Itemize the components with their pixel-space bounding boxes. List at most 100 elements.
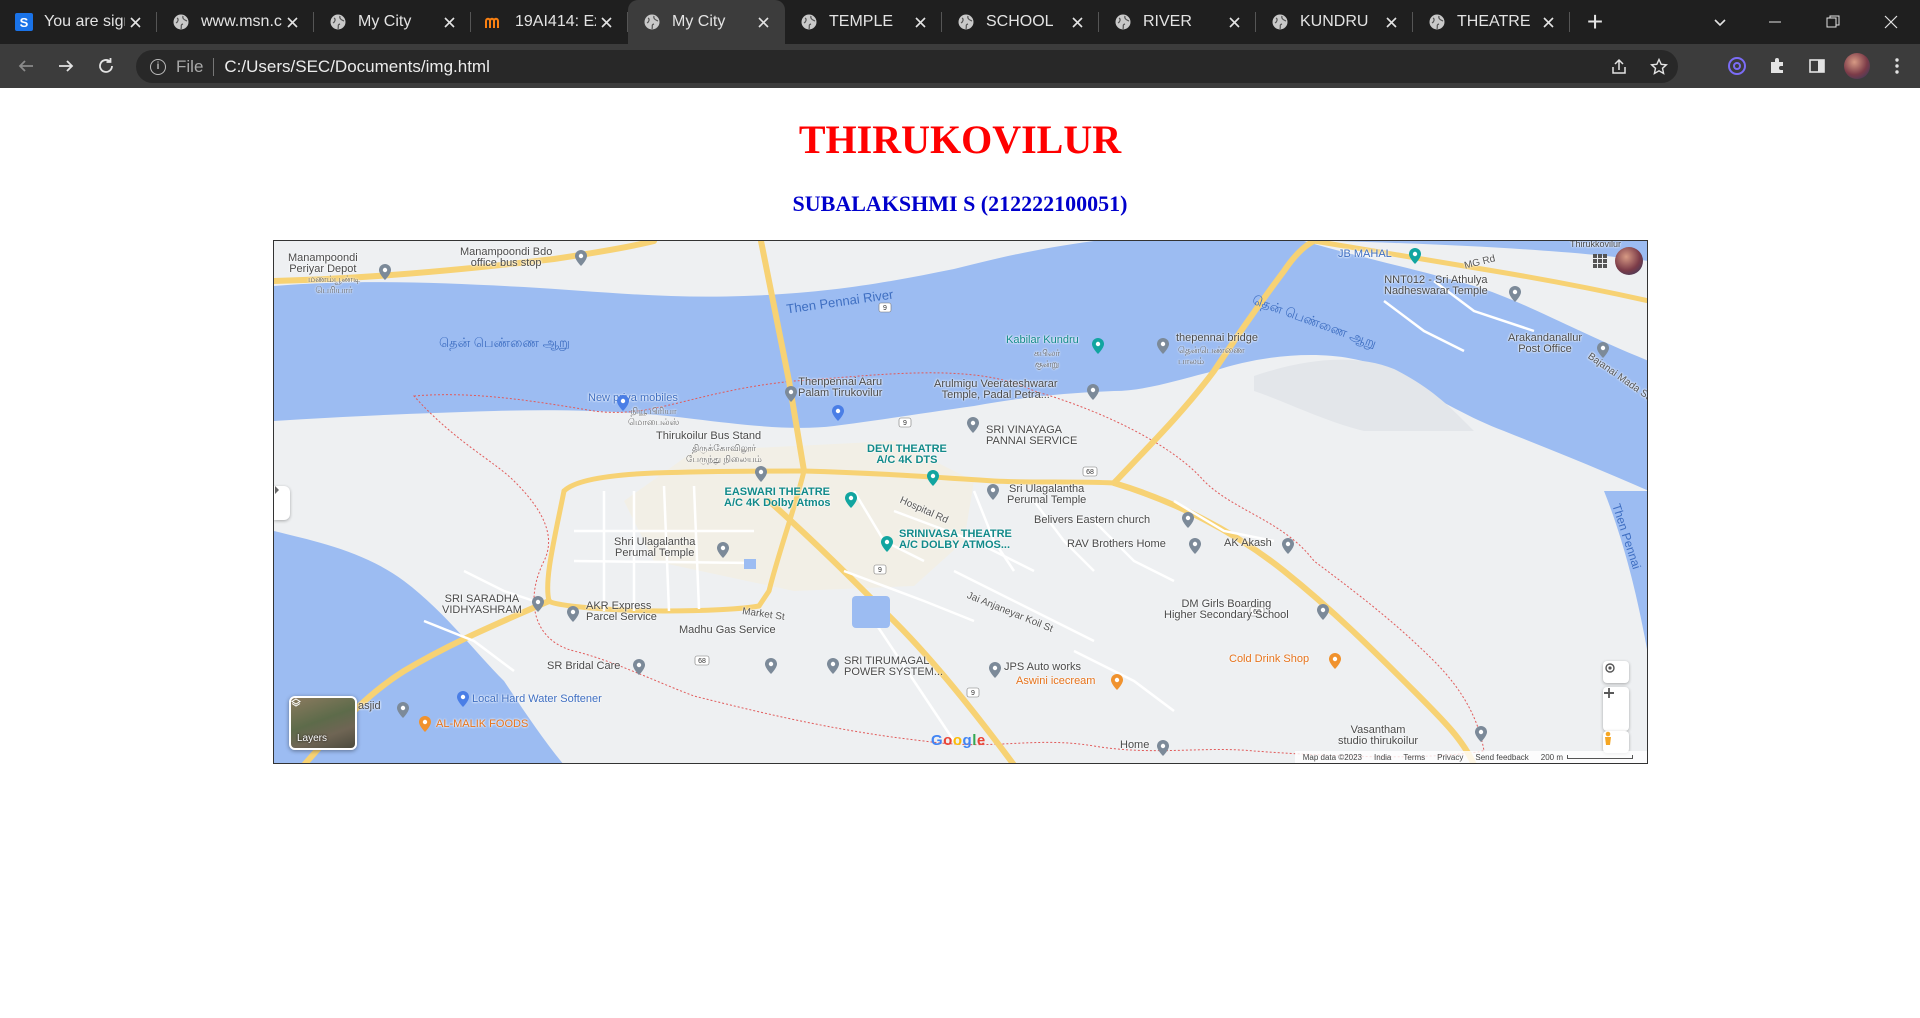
place-home: Home bbox=[1120, 739, 1150, 751]
home-pin-icon[interactable] bbox=[1186, 537, 1204, 555]
profile-button[interactable] bbox=[1840, 49, 1874, 83]
chevron-right-icon bbox=[275, 486, 279, 494]
reload-button[interactable] bbox=[86, 48, 126, 84]
pegman-button[interactable] bbox=[1603, 731, 1629, 753]
embedded-map[interactable]: 9 9 9 68 68 68 9 தென் பெண்ணை ஆறு Then Pe… bbox=[273, 240, 1648, 764]
close-tab-icon[interactable] bbox=[1224, 12, 1244, 32]
bridge-pin-icon[interactable] bbox=[782, 385, 800, 403]
tab-2[interactable]: www.msn.co bbox=[157, 0, 314, 44]
mahal-pin-icon[interactable] bbox=[1406, 247, 1424, 265]
info-icon[interactable]: i bbox=[150, 58, 166, 75]
tab-label: THEATRE bbox=[1457, 13, 1531, 30]
river-label-tamil-left: தென் பெண்ணை ஆறு bbox=[439, 335, 570, 350]
tab-label: You are sign bbox=[44, 13, 125, 30]
restore-button[interactable] bbox=[1804, 0, 1862, 44]
tab-label: 19AI414: Exp bbox=[515, 13, 596, 30]
close-tab-icon[interactable] bbox=[439, 12, 459, 32]
gas-pin-icon[interactable] bbox=[762, 657, 780, 675]
zoom-out-button[interactable] bbox=[1603, 692, 1629, 731]
tab-7[interactable]: SCHOOL bbox=[942, 0, 1099, 44]
auto-works-pin-icon[interactable] bbox=[986, 661, 1004, 679]
tab-6[interactable]: TEMPLE bbox=[785, 0, 942, 44]
address-bar[interactable]: i File C:/Users/SEC/Documents/img.html bbox=[136, 50, 1678, 83]
tab-9[interactable]: KUNDRU bbox=[1256, 0, 1413, 44]
share-icon[interactable] bbox=[1610, 58, 1628, 76]
close-window-button[interactable] bbox=[1862, 0, 1920, 44]
place-arulmigu: Arulmigu Veerateshwarar Temple, Padal Pe… bbox=[934, 378, 1058, 401]
attribution-send-feedback[interactable]: Send feedback bbox=[1475, 753, 1528, 762]
close-tab-icon[interactable] bbox=[910, 12, 930, 32]
tab-3[interactable]: My City bbox=[314, 0, 471, 44]
bookmark-star-icon[interactable] bbox=[1650, 57, 1668, 76]
minimize-button[interactable] bbox=[1746, 0, 1804, 44]
temple-pin-icon[interactable] bbox=[1506, 285, 1524, 303]
kabilar-kundru-pin-icon[interactable] bbox=[1089, 337, 1107, 355]
tab-4[interactable]: 19AI414: Exp bbox=[471, 0, 628, 44]
apps-grid-icon[interactable] bbox=[1593, 254, 1607, 268]
tab-5[interactable]: My City bbox=[628, 0, 785, 44]
side-panel-button[interactable] bbox=[1800, 49, 1834, 83]
close-tab-icon[interactable] bbox=[125, 12, 145, 32]
tab-10[interactable]: THEATRE bbox=[1413, 0, 1570, 44]
arrow-left-icon bbox=[18, 60, 33, 72]
drink-shop-pin-icon[interactable] bbox=[1326, 652, 1344, 670]
mosque-pin-icon[interactable] bbox=[394, 701, 412, 719]
water-softener-pin-icon[interactable] bbox=[454, 690, 472, 708]
bus-stand-pin-icon[interactable] bbox=[829, 404, 847, 422]
service-pin-icon[interactable] bbox=[964, 416, 982, 434]
close-tab-icon[interactable] bbox=[753, 12, 773, 32]
forward-button[interactable] bbox=[46, 48, 86, 84]
theatre-pin-icon[interactable] bbox=[924, 469, 942, 487]
temple-pin-icon[interactable] bbox=[1084, 383, 1102, 401]
school-pin-icon[interactable] bbox=[1314, 603, 1332, 621]
close-tab-icon[interactable] bbox=[596, 12, 616, 32]
place-easwari-theatre: EASWARI THEATRE A/C 4K Dolby Atmos bbox=[724, 486, 831, 509]
restaurant-pin-icon[interactable] bbox=[416, 715, 434, 733]
tab-8[interactable]: RIVER bbox=[1099, 0, 1256, 44]
close-tab-icon[interactable] bbox=[1067, 12, 1087, 32]
back-button[interactable] bbox=[6, 48, 46, 84]
map-canvas[interactable]: 9 9 9 68 68 68 9 bbox=[274, 241, 1648, 764]
shop-pin-icon[interactable] bbox=[630, 658, 648, 676]
studio-pin-icon[interactable] bbox=[1472, 725, 1490, 743]
menu-button[interactable] bbox=[1880, 49, 1914, 83]
church-pin-icon[interactable] bbox=[1179, 511, 1197, 529]
tab-search-button[interactable] bbox=[1700, 0, 1740, 44]
home-pin-icon[interactable] bbox=[1154, 739, 1172, 757]
theatre-pin-icon[interactable] bbox=[878, 535, 896, 553]
close-tab-icon[interactable] bbox=[1538, 12, 1558, 32]
attribution-region[interactable]: India bbox=[1374, 753, 1391, 762]
bus-stop-pin-icon[interactable] bbox=[572, 249, 590, 267]
close-tab-icon[interactable] bbox=[1381, 12, 1401, 32]
bridge-pin-icon[interactable] bbox=[1154, 337, 1172, 355]
parcel-pin-icon[interactable] bbox=[564, 605, 582, 623]
place-thepennai-bridge-ta: தென்பெண்ணை பாலம் bbox=[1178, 345, 1245, 366]
temple-pin-icon[interactable] bbox=[714, 541, 732, 559]
page-subtitle: SUBALAKSHMI S (212222100051) bbox=[792, 191, 1128, 216]
new-tab-button[interactable]: + bbox=[1570, 0, 1620, 44]
map-pin-icon[interactable] bbox=[752, 465, 770, 483]
school-pin-icon[interactable] bbox=[529, 595, 547, 613]
home-pin-icon[interactable] bbox=[1279, 537, 1297, 555]
side-panel-toggle[interactable] bbox=[274, 486, 290, 520]
attribution-privacy[interactable]: Privacy bbox=[1437, 753, 1463, 762]
attribution-terms[interactable]: Terms bbox=[1403, 753, 1425, 762]
minus-icon bbox=[1604, 692, 1614, 694]
layers-button[interactable]: Layers bbox=[289, 696, 357, 750]
post-office-pin-icon[interactable] bbox=[1594, 341, 1612, 359]
tab-label: My City bbox=[358, 13, 412, 30]
temple-pin-icon[interactable] bbox=[984, 483, 1002, 501]
icecream-pin-icon[interactable] bbox=[1108, 673, 1126, 691]
close-tab-icon[interactable] bbox=[282, 12, 302, 32]
map-avatar[interactable] bbox=[1615, 247, 1643, 275]
theatre-pin-icon[interactable] bbox=[842, 491, 860, 509]
place-al-malik: AL-MALIK FOODS bbox=[436, 718, 529, 730]
tab-1[interactable]: S You are sign bbox=[0, 0, 157, 44]
map-pin-icon[interactable] bbox=[376, 263, 394, 281]
shop-pin-icon[interactable] bbox=[824, 657, 842, 675]
my-location-button[interactable] bbox=[1603, 661, 1629, 683]
shop-pin-icon[interactable] bbox=[614, 394, 632, 412]
extensions-button[interactable] bbox=[1760, 49, 1794, 83]
extension-button[interactable] bbox=[1720, 49, 1754, 83]
restore-icon bbox=[1826, 15, 1840, 28]
